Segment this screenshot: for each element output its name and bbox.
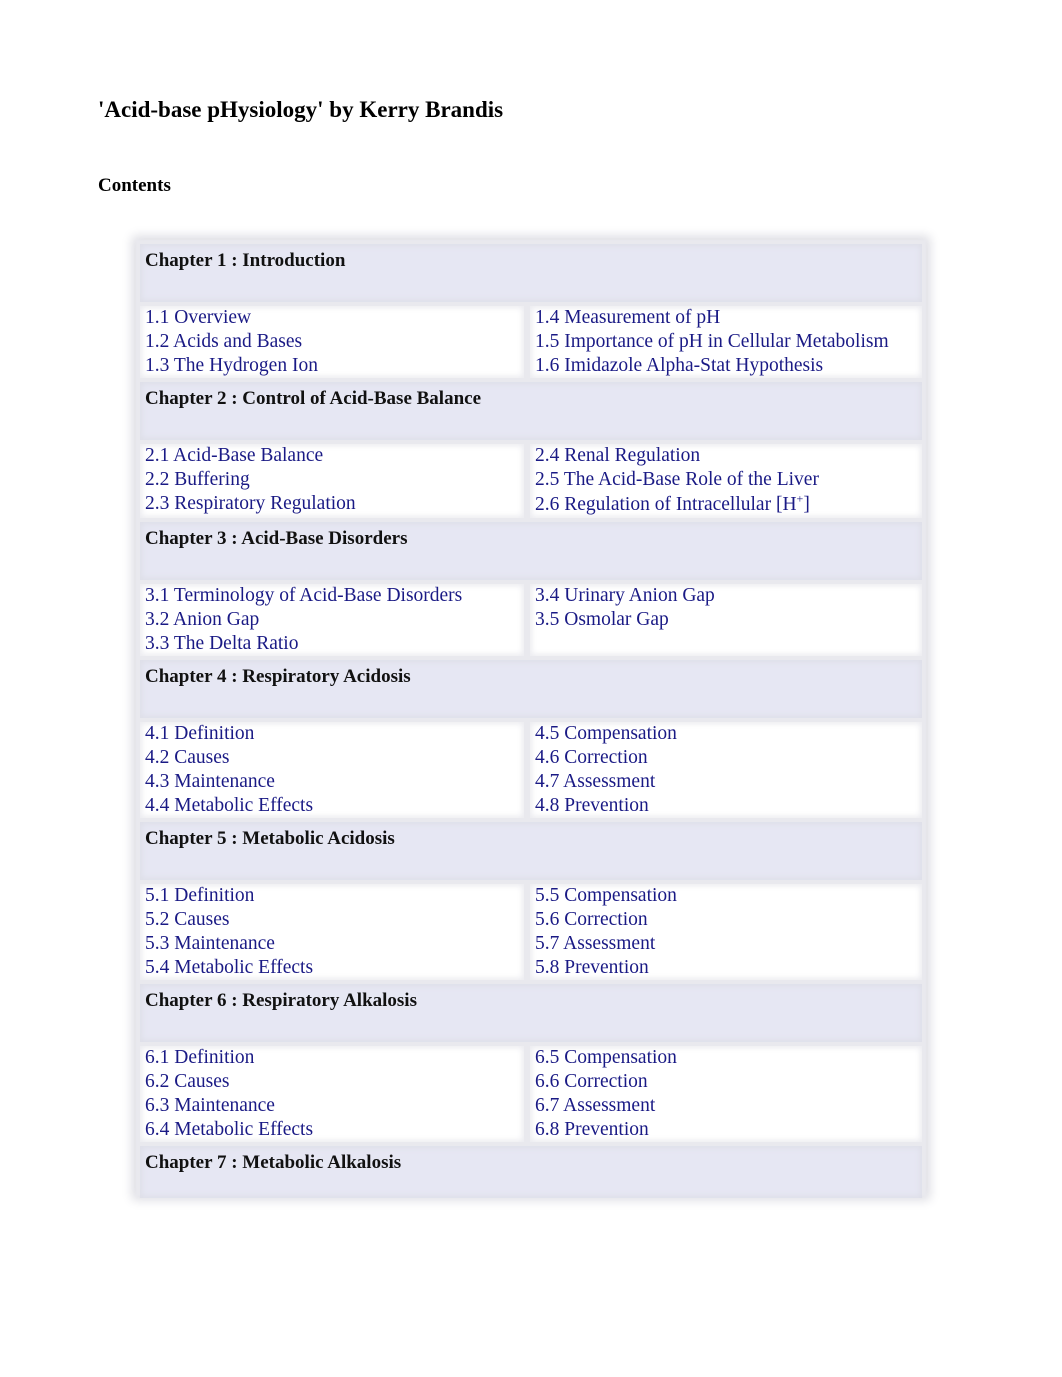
section-link[interactable]: 6.1 Definition [145,1046,519,1070]
section-link[interactable]: 1.4 Measurement of pH [535,306,917,330]
section-link[interactable]: 4.7 Assessment [535,770,917,794]
chapter-header: Chapter 5 : Metabolic Acidosis [140,822,922,880]
section-link[interactable]: 2.4 Renal Regulation [535,444,917,468]
document-title: 'Acid-base pHysiology' by Kerry Brandis [98,97,504,122]
chapter-title: Chapter 4 : Respiratory Acidosis [145,666,411,687]
section-link-intracellular-h[interactable]: 2.6 Regulation of Intracellular [H+] [535,492,917,518]
section-link[interactable]: 1.2 Acids and Bases [145,330,519,354]
chapter-title: Chapter 6 : Respiratory Alkalosis [145,990,417,1011]
section-link[interactable]: 4.2 Causes [145,746,519,770]
section-link[interactable]: 6.4 Metabolic Effects [145,1118,519,1142]
chapter-sections: 4.1 Definition 4.2 Causes 4.3 Maintenanc… [140,722,922,818]
chapter-header: Chapter 6 : Respiratory Alkalosis [140,984,922,1042]
section-column-left: 1.1 Overview 1.2 Acids and Bases 1.3 The… [140,306,524,378]
section-link[interactable]: 4.4 Metabolic Effects [145,794,519,818]
section-link[interactable]: 4.8 Prevention [535,794,917,818]
section-column-left: 2.1 Acid-Base Balance 2.2 Buffering 2.3 … [140,444,524,518]
chapter-section: Chapter 4 : Respiratory Acidosis 4.1 Def… [140,660,922,818]
chapter-section: Chapter 1 : Introduction 1.1 Overview 1.… [140,244,922,378]
section-link[interactable]: 6.3 Maintenance [145,1094,519,1118]
section-column-left: 6.1 Definition 6.2 Causes 6.3 Maintenanc… [140,1046,524,1142]
chapter-title: Chapter 3 : Acid-Base Disorders [145,528,408,549]
section-link[interactable]: 5.1 Definition [145,884,519,908]
chapter-section: Chapter 3 : Acid-Base Disorders 3.1 Term… [140,522,922,656]
chapter-sections: 6.1 Definition 6.2 Causes 6.3 Maintenanc… [140,1046,922,1142]
chapter-title: Chapter 5 : Metabolic Acidosis [145,828,395,849]
chapter-header: Chapter 3 : Acid-Base Disorders [140,522,922,580]
section-column-right: 4.5 Compensation 4.6 Correction 4.7 Asse… [530,722,922,818]
section-link-suffix: ] [803,494,810,515]
section-link[interactable]: 5.3 Maintenance [145,932,519,956]
section-link[interactable]: 5.5 Compensation [535,884,917,908]
section-link[interactable]: 3.1 Terminology of Acid-Base Disorders [145,584,519,608]
section-link[interactable]: 5.8 Prevention [535,956,917,980]
section-link[interactable]: 3.2 Anion Gap [145,608,519,632]
section-column-right: 3.4 Urinary Anion Gap 3.5 Osmolar Gap [530,584,922,656]
section-link[interactable]: 4.3 Maintenance [145,770,519,794]
section-column-left: 5.1 Definition 5.2 Causes 5.3 Maintenanc… [140,884,524,980]
chapter-header: Chapter 7 : Metabolic Alkalosis [140,1146,922,1198]
section-link[interactable]: 5.7 Assessment [535,932,917,956]
chapter-sections: 2.1 Acid-Base Balance 2.2 Buffering 2.3 … [140,444,922,518]
section-column-right: 6.5 Compensation 6.6 Correction 6.7 Asse… [530,1046,922,1142]
chapter-section: Chapter 5 : Metabolic Acidosis 5.1 Defin… [140,822,922,980]
contents-heading: Contents [98,175,171,196]
chapter-header: Chapter 2 : Control of Acid-Base Balance [140,382,922,440]
section-column-left: 4.1 Definition 4.2 Causes 4.3 Maintenanc… [140,722,524,818]
section-link[interactable]: 6.6 Correction [535,1070,917,1094]
chapter-title: Chapter 1 : Introduction [145,250,346,271]
chapter-title: Chapter 2 : Control of Acid-Base Balance [145,388,482,409]
section-column-right: 5.5 Compensation 5.6 Correction 5.7 Asse… [530,884,922,980]
section-link[interactable]: 6.5 Compensation [535,1046,917,1070]
chapter-section: Chapter 2 : Control of Acid-Base Balance… [140,382,922,518]
table-of-contents: Chapter 1 : Introduction 1.1 Overview 1.… [140,244,922,1202]
section-link[interactable]: 1.1 Overview [145,306,519,330]
section-link[interactable]: 3.5 Osmolar Gap [535,608,917,632]
section-link[interactable]: 6.8 Prevention [535,1118,917,1142]
chapter-sections: 5.1 Definition 5.2 Causes 5.3 Maintenanc… [140,884,922,980]
chapter-sections: 1.1 Overview 1.2 Acids and Bases 1.3 The… [140,306,922,378]
section-link[interactable]: 5.4 Metabolic Effects [145,956,519,980]
section-column-right: 2.4 Renal Regulation 2.5 The Acid-Base R… [530,444,922,518]
section-link-text: 2.6 Regulation of Intracellular [H [535,494,797,515]
section-link[interactable]: 4.6 Correction [535,746,917,770]
section-link[interactable]: 2.5 The Acid-Base Role of the Liver [535,468,917,492]
section-link[interactable]: 4.5 Compensation [535,722,917,746]
section-link[interactable]: 2.2 Buffering [145,468,519,492]
section-link[interactable]: 6.2 Causes [145,1070,519,1094]
section-link[interactable]: 4.1 Definition [145,722,519,746]
section-link[interactable]: 1.5 Importance of pH in Cellular Metabol… [535,330,917,354]
section-column-right: 1.4 Measurement of pH 1.5 Importance of … [530,306,922,378]
chapter-sections: 3.1 Terminology of Acid-Base Disorders 3… [140,584,922,656]
section-link[interactable]: 6.7 Assessment [535,1094,917,1118]
section-link[interactable]: 2.3 Respiratory Regulation [145,492,519,516]
chapter-title: Chapter 7 : Metabolic Alkalosis [145,1152,402,1173]
section-link[interactable]: 1.3 The Hydrogen Ion [145,354,519,378]
section-link[interactable]: 1.6 Imidazole Alpha-Stat Hypothesis [535,354,917,378]
chapter-header: Chapter 1 : Introduction [140,244,922,302]
chapter-header: Chapter 4 : Respiratory Acidosis [140,660,922,718]
section-link[interactable]: 2.1 Acid-Base Balance [145,444,519,468]
section-link[interactable]: 5.6 Correction [535,908,917,932]
section-link[interactable]: 5.2 Causes [145,908,519,932]
chapter-section: Chapter 6 : Respiratory Alkalosis 6.1 De… [140,984,922,1142]
section-link[interactable]: 3.3 The Delta Ratio [145,632,519,656]
section-link[interactable]: 3.4 Urinary Anion Gap [535,584,917,608]
chapter-section: Chapter 7 : Metabolic Alkalosis [140,1146,922,1198]
section-column-left: 3.1 Terminology of Acid-Base Disorders 3… [140,584,524,656]
